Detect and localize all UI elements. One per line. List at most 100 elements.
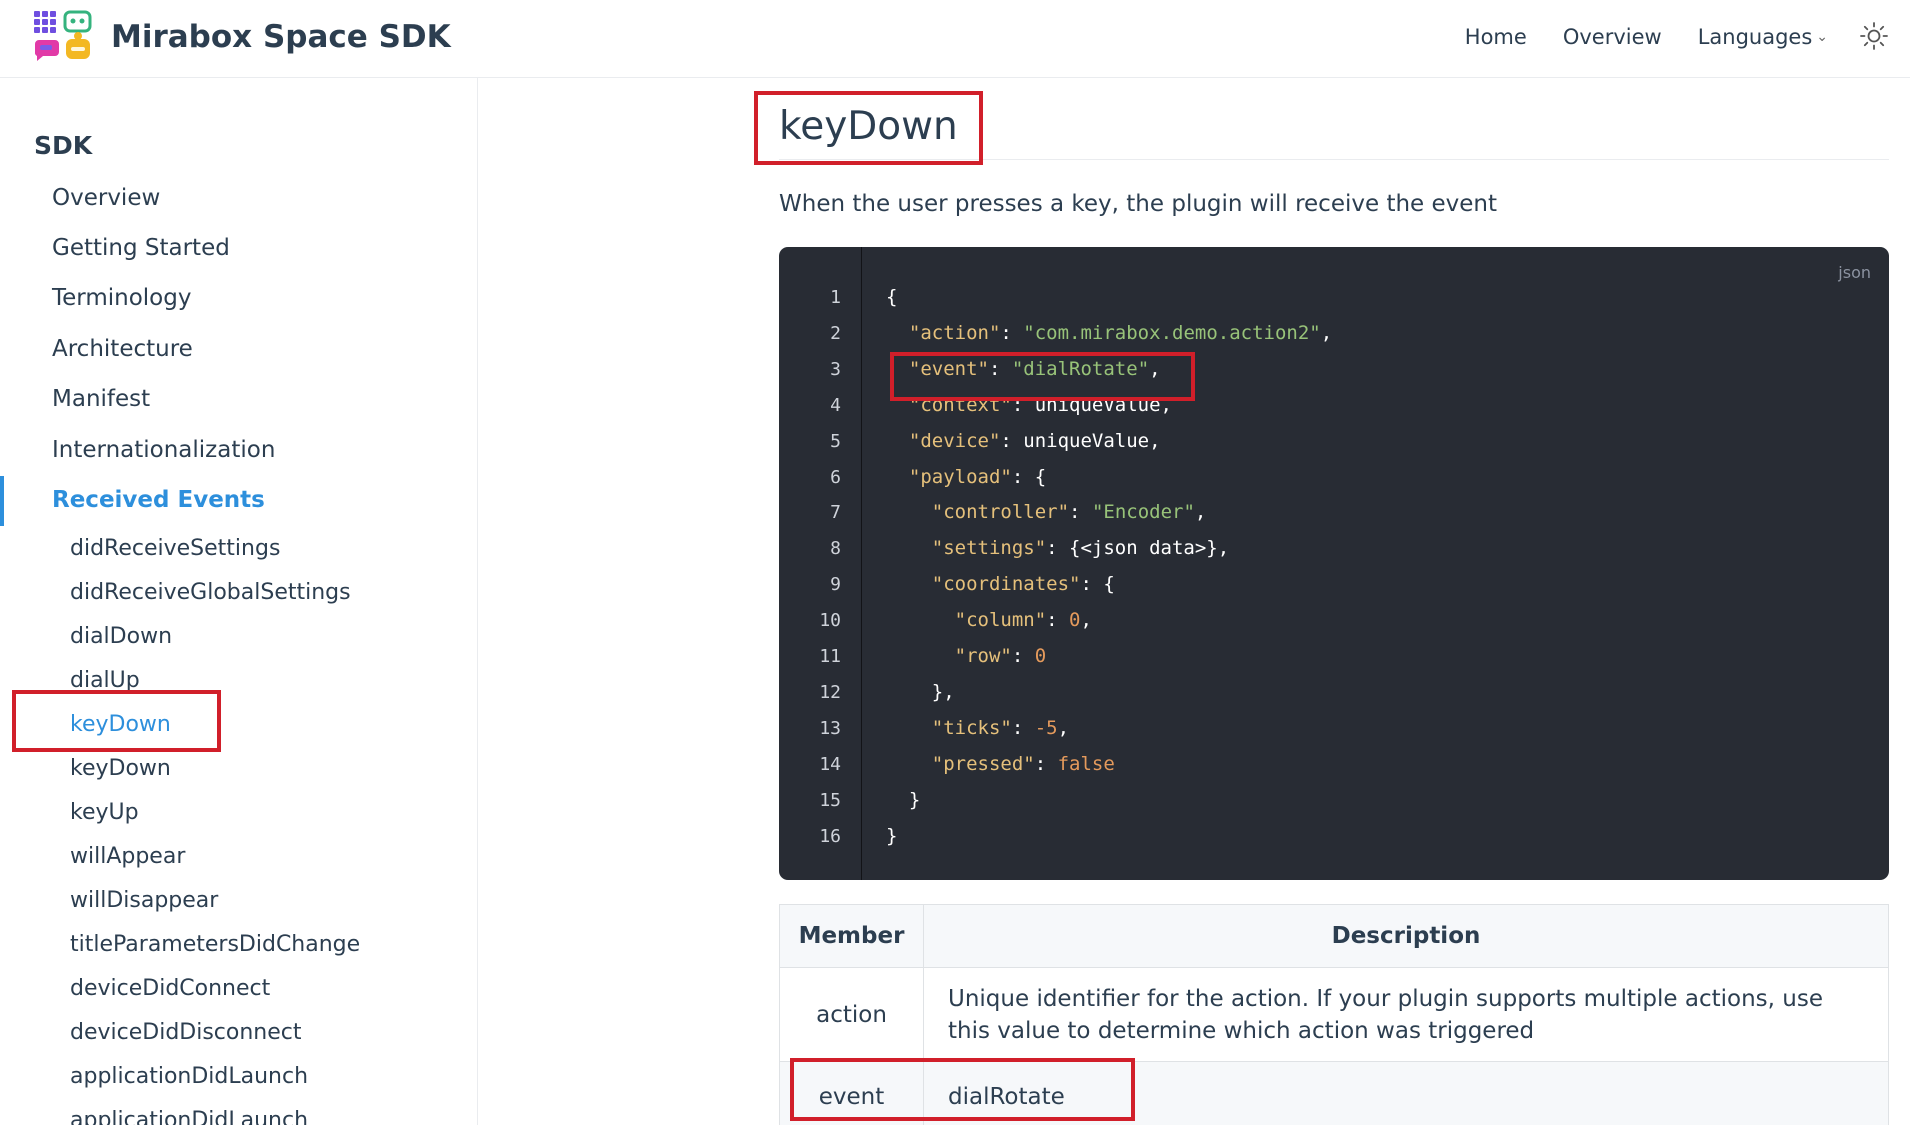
sidebar-subitem-didreceiveglobalsettings[interactable]: didReceiveGlobalSettings bbox=[70, 580, 351, 605]
code-token: false bbox=[1057, 752, 1115, 775]
sidebar-subitem-devicedidconnect[interactable]: deviceDidConnect bbox=[70, 976, 270, 1001]
code-token: : bbox=[1034, 752, 1058, 775]
table-cell-description: dialRotate bbox=[923, 1061, 1889, 1125]
code-token: , bbox=[1149, 357, 1161, 380]
code-token: "Encoder" bbox=[1091, 501, 1195, 524]
mirabox-logo-icon[interactable] bbox=[32, 9, 94, 63]
code-line: "column": 0, bbox=[886, 609, 1092, 631]
sidebar-active-indicator bbox=[0, 476, 4, 526]
member-table: Member Description action Unique identif… bbox=[779, 904, 1889, 1125]
nav-overview-link[interactable]: Overview bbox=[1563, 25, 1662, 49]
code-token: , bbox=[1057, 716, 1070, 739]
table-row: event dialRotate bbox=[779, 1061, 1889, 1125]
code-line: "row": 0 bbox=[886, 645, 1047, 667]
sidebar-subitem-keydown[interactable]: keyDown bbox=[70, 756, 171, 781]
code-token: : bbox=[1011, 645, 1035, 667]
sidebar-subitem-keydown-active[interactable]: keyDown bbox=[70, 712, 171, 737]
nav-languages-dropdown[interactable]: Languages ⌄ bbox=[1698, 25, 1828, 49]
code-line: "action": "com.mirabox.demo.action2", bbox=[886, 322, 1332, 344]
code-token: , bbox=[1194, 501, 1207, 524]
sidebar-subitem-keyup[interactable]: keyUp bbox=[70, 800, 139, 825]
code-token: 0 bbox=[1034, 645, 1047, 667]
site-title[interactable]: Mirabox Space SDK bbox=[111, 16, 451, 58]
line-number-gutter: 1 2 3 4 5 6 7 8 9 10 11 12 13 14 15 16 bbox=[779, 247, 862, 880]
sidebar-item-manifest[interactable]: Manifest bbox=[52, 386, 150, 412]
code-line: "coordinates": { bbox=[886, 573, 1115, 595]
line-number: 2 bbox=[830, 322, 841, 344]
code-line: "controller": "Encoder", bbox=[886, 501, 1207, 524]
page-title: keyDown bbox=[779, 104, 958, 149]
sidebar-item-terminology[interactable]: Terminology bbox=[52, 285, 191, 311]
sidebar-item-internationalization[interactable]: Internationalization bbox=[52, 437, 275, 463]
code-token: : bbox=[1011, 716, 1035, 739]
line-number: 15 bbox=[819, 789, 841, 811]
sidebar-subitem-applicationdidlaunch[interactable]: applicationDidLaunch bbox=[70, 1064, 308, 1089]
sidebar-subitem-applicationdidlaunch-2[interactable]: applicationDidLaunch bbox=[70, 1108, 308, 1125]
intro-text: When the user presses a key, the plugin … bbox=[779, 191, 1498, 217]
code-token: "payload" bbox=[908, 465, 1012, 488]
sidebar-item-received-events[interactable]: Received Events bbox=[52, 487, 265, 513]
line-number: 12 bbox=[819, 681, 841, 703]
code-token: { bbox=[886, 286, 898, 308]
line-number: 5 bbox=[830, 430, 841, 452]
line-number: 6 bbox=[830, 466, 841, 488]
sidebar-subitem-willdisappear[interactable]: willDisappear bbox=[70, 888, 218, 913]
code-token: "pressed" bbox=[931, 752, 1035, 775]
code-token: : bbox=[1000, 321, 1024, 344]
sidebar-subitem-dialup[interactable]: dialUp bbox=[70, 668, 140, 693]
code-token: }, bbox=[886, 680, 955, 703]
sidebar-subitem-didreceivesettings[interactable]: didReceiveSettings bbox=[70, 536, 280, 561]
code-token: "device" bbox=[908, 429, 1001, 452]
top-nav: Home Overview Languages ⌄ bbox=[1465, 20, 1828, 54]
code-token: "controller" bbox=[931, 501, 1070, 524]
code-token: "action" bbox=[908, 321, 1001, 344]
code-token: "column" bbox=[954, 609, 1047, 632]
code-token: "com.mirabox.demo.action2" bbox=[1023, 321, 1321, 344]
sidebar-item-overview[interactable]: Overview bbox=[52, 185, 160, 211]
sidebar-subitem-dialdown[interactable]: dialDown bbox=[70, 624, 172, 649]
sidebar-heading: SDK bbox=[34, 131, 93, 160]
navbar: Mirabox Space SDK Home Overview Language… bbox=[0, 0, 1910, 78]
sidebar: SDK Overview Getting Started Terminology… bbox=[0, 78, 478, 1125]
line-number: 3 bbox=[830, 358, 841, 380]
code-token: : bbox=[1046, 609, 1070, 632]
sidebar-item-architecture[interactable]: Architecture bbox=[52, 336, 193, 362]
code-token: : { bbox=[1080, 573, 1115, 596]
line-number: 1 bbox=[830, 287, 841, 308]
code-token: : {<json data>}, bbox=[1046, 537, 1230, 560]
code-block[interactable]: 1 2 3 4 5 6 7 8 9 10 11 12 13 14 15 16 json { "action":… bbox=[779, 247, 1889, 880]
code-token: -5 bbox=[1034, 716, 1058, 739]
code-token: : bbox=[1069, 501, 1092, 524]
line-number: 9 bbox=[830, 574, 841, 596]
line-number: 14 bbox=[819, 753, 841, 775]
code-line: }, bbox=[886, 681, 955, 703]
nav-languages-label: Languages bbox=[1697, 25, 1813, 49]
heading-divider bbox=[779, 159, 1889, 160]
sidebar-subitem-titleparametersdidchange[interactable]: titleParametersDidChange bbox=[70, 932, 360, 957]
code-line: "event": "dialRotate", bbox=[886, 358, 1161, 380]
table-header-row: Member Description bbox=[779, 904, 1889, 968]
code-token: "event" bbox=[908, 357, 989, 380]
code-token: } bbox=[886, 824, 898, 847]
sun-icon[interactable] bbox=[1858, 20, 1890, 52]
sidebar-item-getting-started[interactable]: Getting Started bbox=[52, 235, 230, 261]
sidebar-subitem-willappear[interactable]: willAppear bbox=[70, 844, 185, 869]
code-token: "context" bbox=[908, 393, 1012, 416]
line-number: 8 bbox=[830, 538, 841, 560]
line-number: 16 bbox=[819, 825, 841, 847]
code-line: "settings": {<json data>}, bbox=[886, 537, 1229, 559]
code-token: "dialRotate" bbox=[1011, 357, 1150, 380]
sidebar-subitem-devicediddisconnect[interactable]: deviceDidDisconnect bbox=[70, 1020, 302, 1045]
code-language-label: json bbox=[1838, 263, 1871, 282]
code-line: { bbox=[886, 286, 897, 308]
nav-home-link[interactable]: Home bbox=[1465, 25, 1527, 49]
